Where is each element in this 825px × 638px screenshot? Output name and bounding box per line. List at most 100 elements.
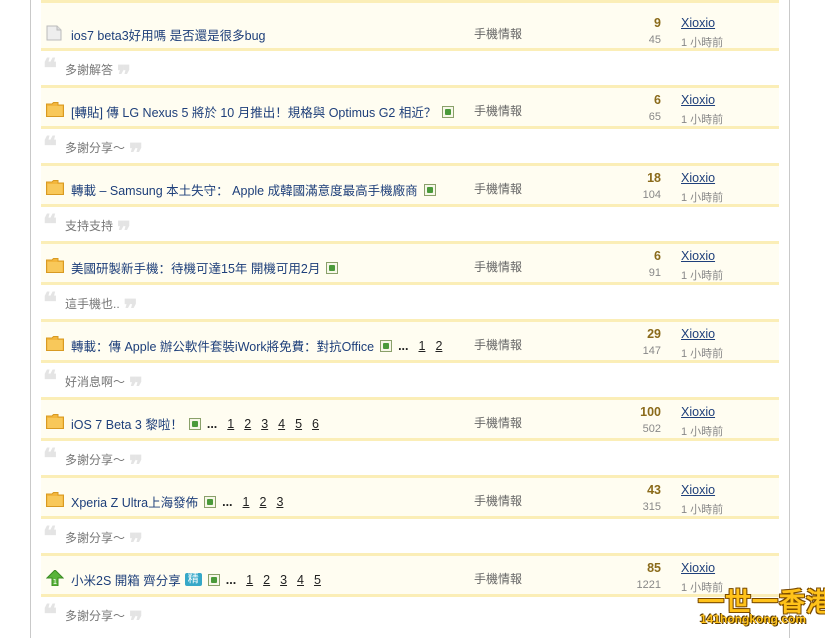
- thread-page-link[interactable]: 6: [312, 417, 319, 431]
- thread-title-link[interactable]: 轉載：傳 Apple 辦公軟件套裝iWork將免費：對抗Office: [71, 336, 374, 355]
- excerpt-text-wrap: 多謝分享～ ❞: [65, 451, 143, 479]
- forum-name[interactable]: 手機情報: [474, 492, 522, 509]
- thread-row[interactable]: 美國研製新手機：待機可達15年 開機可用2月 手機情報 6 91 Xioxio 1 小時前: [41, 241, 779, 285]
- image-attachment-icon: [326, 261, 339, 274]
- thread-row[interactable]: ios7 beta3好用嗎 是否還是很多bug 手機情報 9 45 Xioxio 1 小時…: [41, 0, 779, 51]
- thread-title-wrap: [轉貼] 傳 LG Nexus 5 將於 10 月推出！規格與 Optimus …: [71, 102, 455, 121]
- excerpt-text-wrap: 多謝分享～ ❞: [65, 607, 143, 635]
- excerpt-text-wrap: 好消息啊～ ❞: [65, 373, 143, 401]
- close-quote-icon: ❞: [129, 138, 144, 169]
- view-count: 1221: [636, 579, 661, 591]
- view-count: 147: [642, 345, 661, 357]
- thread-title-link[interactable]: Xperia Z Ultra上海發佈: [71, 492, 198, 511]
- last-poster-link[interactable]: Xioxio: [681, 561, 715, 575]
- reply-count: 43: [647, 483, 661, 497]
- last-reply-excerpt: ❝ 多謝分享～ ❞: [41, 519, 779, 559]
- last-poster-link[interactable]: Xioxio: [681, 483, 715, 497]
- thread-title-wrap: 美國研製新手機：待機可達15年 開機可用2月: [71, 258, 339, 277]
- open-quote-icon: ❝: [43, 444, 57, 474]
- image-attachment-icon: [380, 339, 393, 352]
- thread-page-link[interactable]: 1: [246, 573, 253, 587]
- thread-title-link[interactable]: [轉貼] 傳 LG Nexus 5 將於 10 月推出！規格與 Optimus …: [71, 102, 436, 121]
- excerpt-text: 這手機也..: [65, 297, 120, 311]
- thread-page-link[interactable]: 5: [314, 573, 321, 587]
- forum-name[interactable]: 手機情報: [474, 180, 522, 197]
- thread-list: ios7 beta3好用嗎 是否還是很多bug 手機情報 9 45 Xioxio 1 小時…: [41, 0, 779, 635]
- thread-page-link[interactable]: 1: [243, 495, 250, 509]
- close-quote-icon: ❞: [129, 528, 144, 559]
- last-post-time: 1 小時前: [681, 270, 724, 282]
- last-reply-excerpt: ❝ 好消息啊～ ❞: [41, 363, 779, 401]
- thread-page-link[interactable]: 3: [261, 417, 268, 431]
- last-poster-link[interactable]: Xioxio: [681, 327, 715, 341]
- thread-page-link[interactable]: 4: [297, 573, 304, 587]
- folder-orange-icon: [46, 414, 64, 429]
- last-post-time: 1 小時前: [681, 37, 724, 49]
- folder-orange-icon: [46, 258, 64, 273]
- open-quote-icon: ❝: [43, 522, 57, 552]
- thread-title-link[interactable]: 小米2S 開箱 齊分享: [71, 570, 181, 589]
- thread-page-link[interactable]: 2: [263, 573, 270, 587]
- forum-name[interactable]: 手機情報: [474, 414, 522, 431]
- reply-count: 100: [640, 405, 661, 419]
- last-poster-link[interactable]: Xioxio: [681, 405, 715, 419]
- forum-name[interactable]: 手機情報: [474, 25, 522, 42]
- last-poster-link[interactable]: Xioxio: [681, 93, 715, 107]
- close-quote-icon: ❞: [117, 60, 132, 91]
- thread-row[interactable]: 轉載 – Samsung 本土失守： Apple 成韓國滿意度最高手機廠商 手機情…: [41, 163, 779, 207]
- thread-page-link[interactable]: 2: [259, 495, 266, 509]
- last-poster-link[interactable]: Xioxio: [681, 171, 715, 185]
- thread-row[interactable]: 轉載：傳 Apple 辦公軟件套裝iWork將免費：對抗Office... 1 2 手…: [41, 319, 779, 363]
- open-quote-icon: ❝: [43, 288, 57, 318]
- thread-page-link[interactable]: 1: [227, 417, 234, 431]
- open-quote-icon: ❝: [43, 366, 57, 396]
- thread-page-link[interactable]: 2: [244, 417, 251, 431]
- open-quote-icon: ❝: [43, 54, 57, 84]
- open-quote-icon: ❝: [43, 132, 57, 162]
- thread-row[interactable]: Xperia Z Ultra上海發佈... 1 2 3 手機情報 43 315 Xioxio 1…: [41, 475, 779, 519]
- pagination-ellipsis: ...: [398, 338, 409, 353]
- thread-page-link[interactable]: 2: [435, 339, 442, 353]
- folder-orange-icon: [46, 492, 64, 507]
- forum-name[interactable]: 手機情報: [474, 258, 522, 275]
- thread-page-link[interactable]: 3: [276, 495, 283, 509]
- excerpt-text-wrap: 多謝解答 ❞: [65, 61, 131, 89]
- close-quote-icon: ❞: [129, 372, 144, 403]
- last-poster-link[interactable]: Xioxio: [681, 249, 715, 263]
- thread-page-link[interactable]: 3: [280, 573, 287, 587]
- reply-count: 85: [647, 561, 661, 575]
- thread-title-wrap: 轉載 – Samsung 本土失守： Apple 成韓國滿意度最高手機廠商: [71, 180, 436, 199]
- folder-orange-icon: [46, 180, 64, 195]
- thread-page-link[interactable]: 4: [278, 417, 285, 431]
- pagination-ellipsis: ...: [206, 416, 218, 431]
- view-count: 502: [642, 423, 661, 435]
- thread-title-link[interactable]: ios7 beta3好用嗎 是否還是很多bug: [71, 25, 266, 44]
- thread-row[interactable]: [轉貼] 傳 LG Nexus 5 將於 10 月推出！規格與 Optimus …: [41, 85, 779, 129]
- last-reply-excerpt: ❝ 這手機也.. ❞: [41, 285, 779, 323]
- image-attachment-icon: [423, 183, 436, 196]
- reply-count: 6: [654, 93, 661, 107]
- reply-count: 6: [654, 249, 661, 263]
- last-poster-link[interactable]: Xioxio: [681, 16, 715, 30]
- view-count: 315: [642, 501, 661, 513]
- thread-page-link[interactable]: 1: [418, 339, 425, 353]
- pagination-ellipsis: ...: [222, 494, 233, 509]
- featured-badge: 精: [184, 573, 202, 586]
- thread-title-link[interactable]: iOS 7 Beta 3 黎啦！: [71, 414, 183, 433]
- thread-title-wrap: iOS 7 Beta 3 黎啦！... 1 2 3 4 5 6: [71, 414, 319, 433]
- folder-orange-icon: [46, 102, 64, 117]
- forum-name[interactable]: 手機情報: [474, 570, 522, 587]
- svg-text:1: 1: [53, 578, 57, 586]
- thread-title-wrap: Xperia Z Ultra上海發佈... 1 2 3: [71, 492, 283, 511]
- close-quote-icon: ❞: [129, 450, 144, 481]
- excerpt-text-wrap: 這手機也.. ❞: [65, 295, 138, 323]
- thread-title-link[interactable]: 美國研製新手機：待機可達15年 開機可用2月: [71, 258, 320, 277]
- forum-name[interactable]: 手機情報: [474, 336, 522, 353]
- excerpt-text-wrap: 多謝分享～ ❞: [65, 139, 143, 167]
- forum-name[interactable]: 手機情報: [474, 102, 522, 119]
- thread-row[interactable]: iOS 7 Beta 3 黎啦！... 1 2 3 4 5 6 手機情報 100 502 Xioxi…: [41, 397, 779, 441]
- thread-title-link[interactable]: 轉載 – Samsung 本土失守： Apple 成韓國滿意度最高手機廠商: [71, 180, 418, 199]
- view-count: 91: [648, 267, 661, 279]
- thread-row[interactable]: 1 小米2S 開箱 齊分享精... 1 2 3 4 5 手機情報 85 1221 Xioxio 1 小…: [41, 553, 779, 597]
- thread-page-link[interactable]: 5: [295, 417, 302, 431]
